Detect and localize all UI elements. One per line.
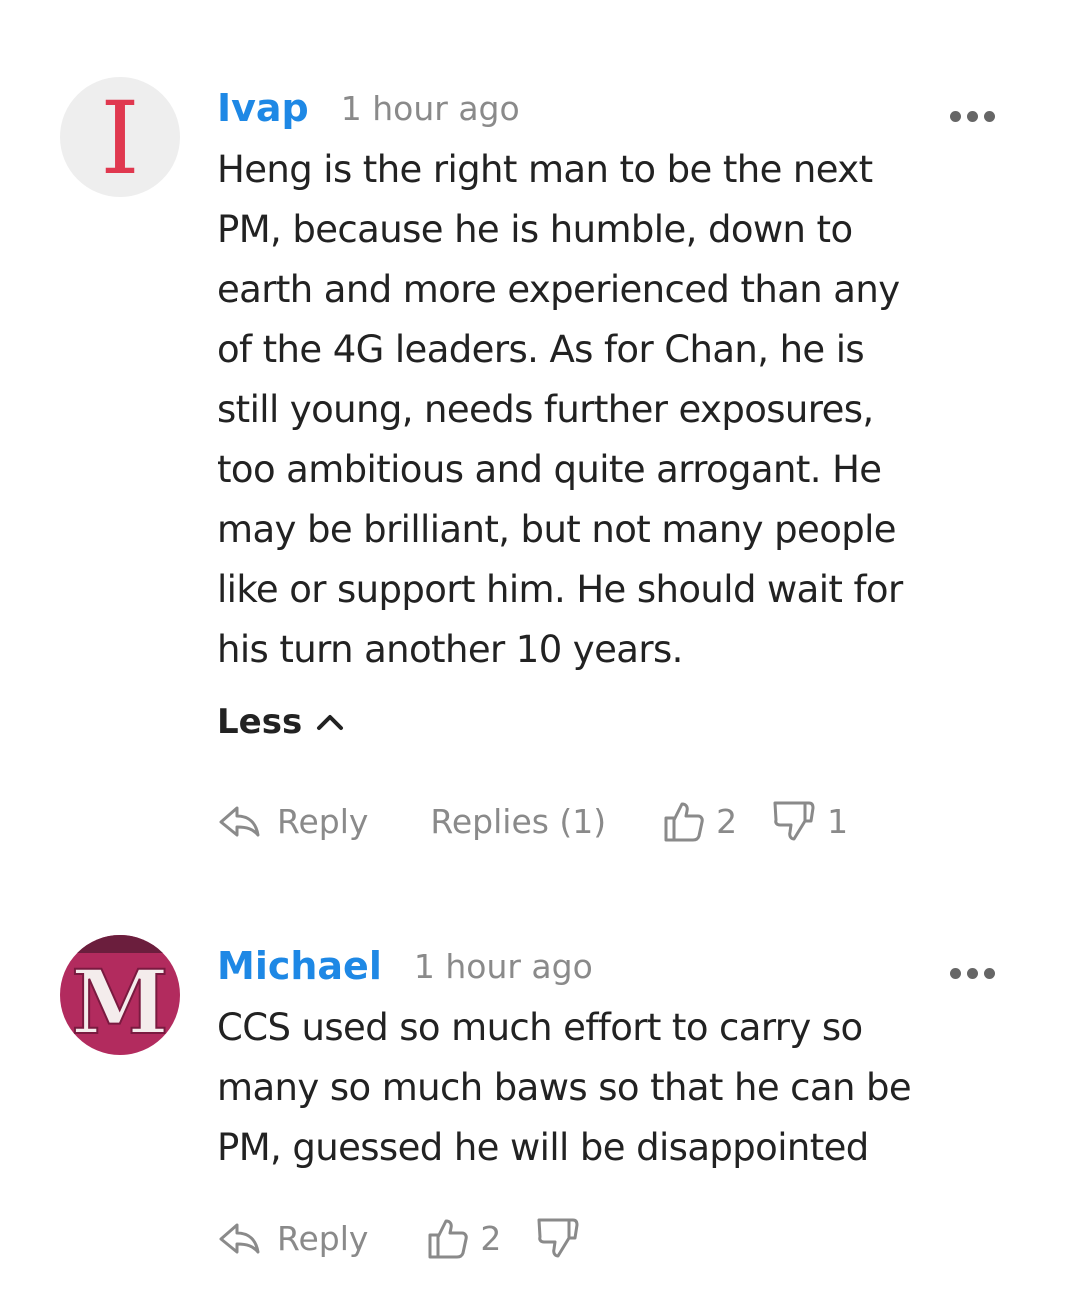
thumbs-down-icon [773, 801, 815, 841]
less-button[interactable]: Less [217, 702, 344, 742]
reply-arrow-icon [219, 1223, 260, 1254]
like-count: 2 [480, 1218, 502, 1258]
replies-button[interactable]: Replies (1) [430, 802, 606, 841]
avatar-letter: I [100, 80, 140, 197]
reply-label: Reply [277, 801, 369, 841]
comment-line: like or support him. He should wait for [217, 568, 903, 611]
avatar-letter: M [71, 950, 168, 1054]
more-dots-icon [950, 111, 961, 122]
comment-header: Ivap 1 hour ago [217, 78, 520, 138]
comment-line: still young, needs further exposures, [217, 388, 874, 431]
comment-body: CCS used so much effort to carry so many… [217, 998, 1017, 1178]
reply-button[interactable]: Reply [217, 1219, 368, 1258]
timestamp: 1 hour ago [340, 88, 520, 128]
comment-line: PM, guessed he will be disappointed [217, 1126, 869, 1169]
comment-line: of the 4G leaders. As for Chan, he is [217, 328, 865, 371]
thumbs-up-icon [664, 802, 704, 842]
comment-actions: Reply Replies (1) 2 1 [217, 796, 848, 846]
more-options-button[interactable] [950, 968, 996, 982]
more-options-button[interactable] [950, 111, 996, 125]
author-name[interactable]: Michael [217, 944, 382, 988]
dislike-count: 1 [827, 801, 849, 841]
comment-line: Heng is the right man to be the next [217, 148, 873, 191]
avatar[interactable]: M [60, 935, 180, 1055]
thumbs-up-icon [428, 1219, 469, 1259]
like-count: 2 [716, 801, 738, 841]
comment-actions: Reply 2 [217, 1213, 581, 1263]
reply-label: Reply [277, 1218, 369, 1258]
replies-label: Replies (1) [430, 801, 607, 841]
timestamp: 1 hour ago [413, 946, 593, 986]
comment-line: too ambitious and quite arrogant. He [217, 448, 882, 491]
comment-line: earth and more experienced than any [217, 268, 900, 311]
reply-arrow-icon [219, 806, 260, 837]
avatar[interactable]: I [60, 77, 180, 197]
comment-line: many so much baws so that he can be [217, 1066, 912, 1109]
chevron-up-icon [317, 715, 344, 730]
comment-line: may be brilliant, but not many people [217, 508, 897, 551]
avatar-image: M [60, 935, 180, 1055]
dislike-button[interactable] [535, 1216, 581, 1260]
like-button[interactable]: 2 [426, 1216, 501, 1260]
comment-line: CCS used so much effort to carry so [217, 1006, 863, 1049]
comment-line: his turn another 10 years. [217, 628, 683, 671]
dislike-button[interactable]: 1 [771, 799, 848, 843]
less-label: Less [217, 702, 303, 742]
comment-body: Heng is the right man to be the next PM,… [217, 140, 1017, 680]
author-name[interactable]: Ivap [217, 86, 309, 130]
avatar-image: I [60, 77, 180, 197]
reply-button[interactable]: Reply [217, 802, 368, 841]
like-button[interactable]: 2 [662, 799, 737, 843]
comment-header: Michael 1 hour ago [217, 936, 593, 996]
thumbs-down-icon [537, 1218, 579, 1258]
comment-line: PM, because he is humble, down to [217, 208, 853, 251]
more-dots-icon [950, 968, 961, 979]
